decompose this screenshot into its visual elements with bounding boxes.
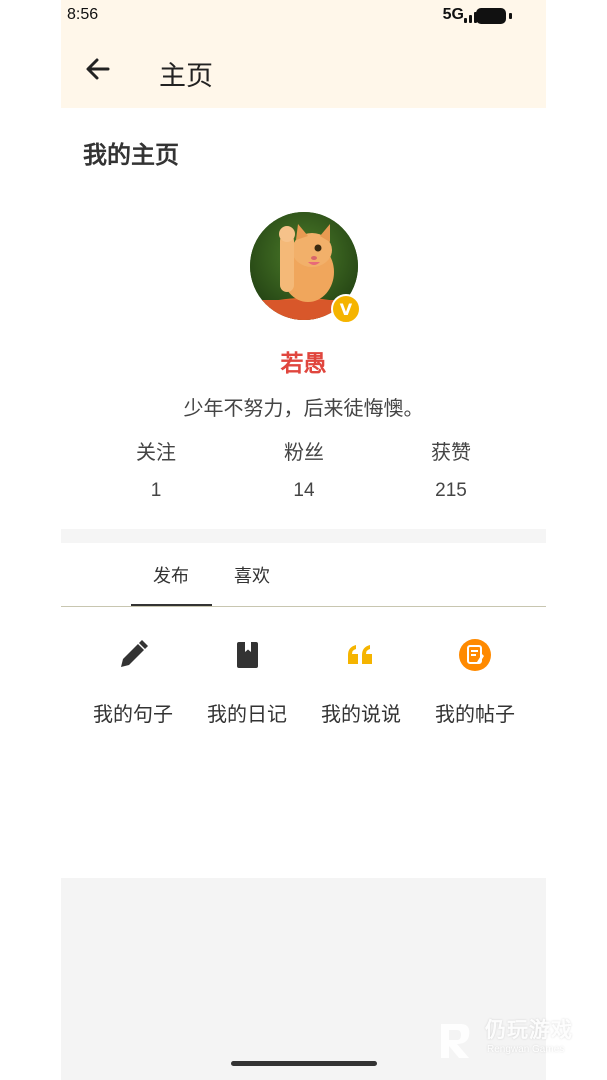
pencil-icon (121, 640, 148, 667)
watermark: 仍玩游戏 Rengwan Games (433, 1012, 593, 1068)
stat-label: 粉丝 (284, 440, 324, 464)
tab-likes[interactable]: 喜欢 (234, 562, 270, 588)
my-threads-button[interactable]: 我的帖子 (418, 638, 528, 738)
stat-label: 关注 (136, 440, 176, 464)
post-icon (459, 639, 491, 671)
page-title: 主页 (159, 61, 213, 92)
watermark-subtext: Rengwan Games (487, 1044, 565, 1055)
stat-label: 获赞 (431, 440, 471, 464)
my-sentences-button[interactable]: 我的句子 (76, 638, 186, 738)
status-bar: 8:56 5G (61, 0, 546, 32)
action-label: 我的帖子 (435, 702, 515, 726)
section-divider (61, 529, 546, 543)
quote-icon (348, 645, 372, 664)
stat-value: 215 (435, 480, 467, 501)
app-screen: 8:56 5G 主页 我的主页 V 若愚 少年不努力，后来徒悔懊。 关注 1 粉… (61, 0, 572, 1080)
user-bio: 少年不努力，后来徒悔懊。 (183, 396, 424, 420)
status-time: 8:56 (67, 6, 99, 23)
verified-badge: V (331, 294, 361, 324)
network-type: 5G (442, 6, 464, 23)
tab-publish[interactable]: 发布 (153, 562, 189, 588)
stat-value: 14 (293, 480, 315, 501)
back-arrow-icon[interactable] (81, 52, 115, 86)
watermark-logo-icon (441, 1024, 470, 1058)
action-label: 我的日记 (207, 702, 287, 726)
stat-value: 1 (150, 480, 162, 501)
action-label: 我的说说 (321, 702, 401, 726)
battery-icon (476, 8, 512, 24)
my-diary-button[interactable]: 我的日记 (190, 638, 300, 738)
app-bar: 主页 (61, 32, 546, 108)
section-title: 我的主页 (83, 141, 179, 169)
my-posts-talk-button[interactable]: 我的说说 (304, 638, 414, 738)
book-icon (237, 642, 258, 668)
home-indicator[interactable] (231, 1061, 377, 1066)
tabs-divider (61, 606, 546, 607)
watermark-text: 仍玩游戏 (485, 1018, 573, 1042)
username: 若愚 (280, 351, 327, 377)
action-label: 我的句子 (93, 702, 173, 726)
